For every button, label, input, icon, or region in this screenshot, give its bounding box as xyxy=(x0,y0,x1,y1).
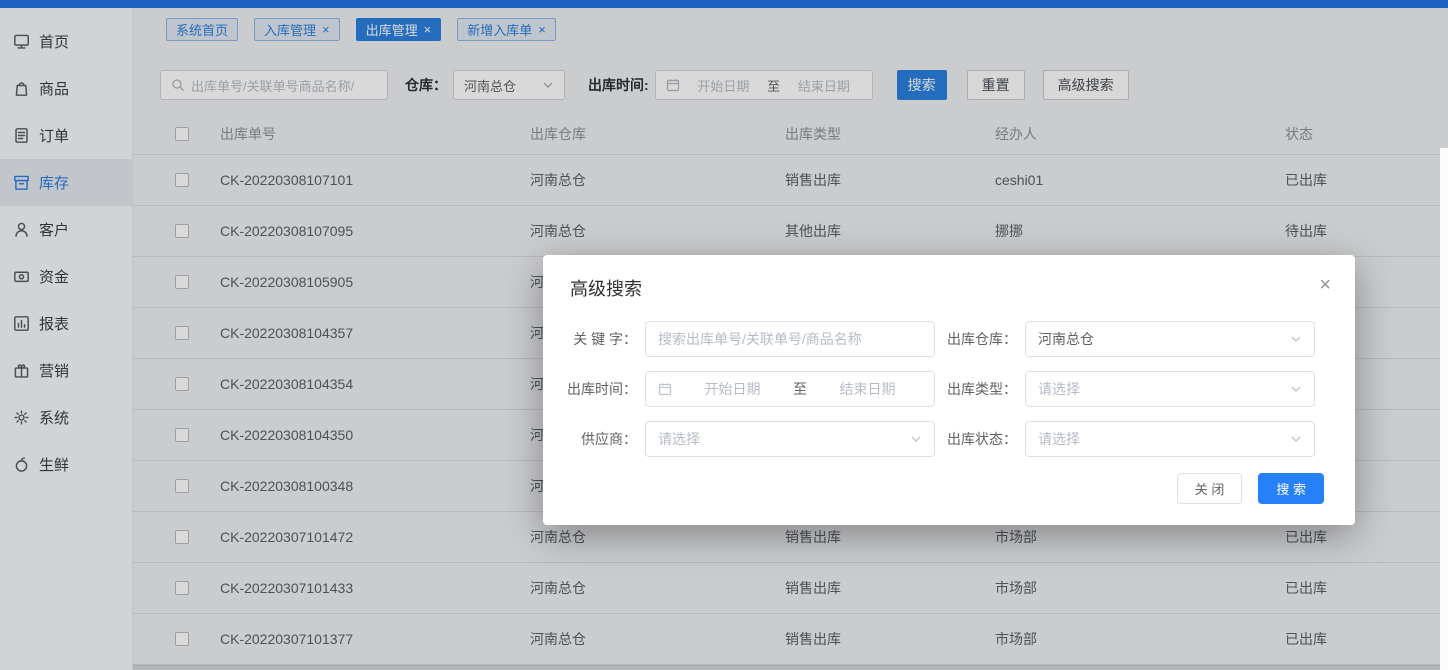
modal-type-label: 出库类型： xyxy=(935,379,1025,399)
modal-date-range-input[interactable]: 开始日期 至 结束日期 xyxy=(645,371,935,407)
calendar-icon xyxy=(658,382,672,396)
modal-date-start-placeholder: 开始日期 xyxy=(678,379,787,399)
modal-status-placeholder: 请选择 xyxy=(1038,429,1080,449)
chevron-down-icon xyxy=(1290,383,1302,395)
modal-type-select[interactable]: 请选择 xyxy=(1025,371,1315,407)
modal-date-end-placeholder: 结束日期 xyxy=(813,379,922,399)
keyword-label: 关 键 字： xyxy=(543,329,645,349)
modal-search-button[interactable]: 搜 索 xyxy=(1258,473,1324,504)
modal-title: 高级搜索 xyxy=(570,275,642,301)
keyword-input[interactable]: 搜索出库单号/关联单号/商品名称 xyxy=(645,321,935,357)
close-icon[interactable]: × xyxy=(1319,275,1331,295)
chevron-down-icon xyxy=(1290,333,1302,345)
vertical-scrollbar[interactable] xyxy=(1440,148,1448,670)
modal-date-separator: 至 xyxy=(793,379,807,399)
modal-warehouse-label: 出库仓库： xyxy=(935,329,1025,349)
modal-status-label: 出库状态： xyxy=(935,429,1025,449)
supplier-select[interactable]: 请选择 xyxy=(645,421,935,457)
supplier-label: 供应商： xyxy=(543,429,645,449)
modal-time-label: 出库时间： xyxy=(543,379,645,399)
modal-type-placeholder: 请选择 xyxy=(1038,379,1080,399)
modal-warehouse-value: 河南总仓 xyxy=(1038,329,1094,349)
keyword-placeholder: 搜索出库单号/关联单号/商品名称 xyxy=(658,329,862,349)
chevron-down-icon xyxy=(910,433,922,445)
modal-close-button[interactable]: 关 闭 xyxy=(1177,473,1243,504)
modal-warehouse-select[interactable]: 河南总仓 xyxy=(1025,321,1315,357)
chevron-down-icon xyxy=(1290,433,1302,445)
advanced-search-modal: 高级搜索 × 关 键 字： 搜索出库单号/关联单号/商品名称 出库仓库： 河南总… xyxy=(543,255,1355,525)
supplier-placeholder: 请选择 xyxy=(658,429,700,449)
modal-status-select[interactable]: 请选择 xyxy=(1025,421,1315,457)
